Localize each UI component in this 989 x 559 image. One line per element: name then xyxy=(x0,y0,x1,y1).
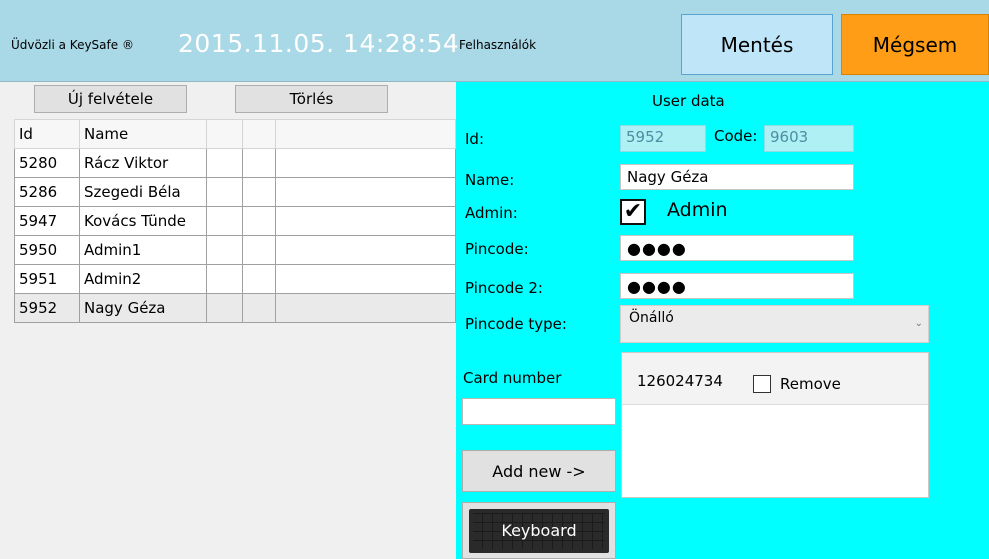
cell-extra xyxy=(206,293,243,323)
cell-name: Admin1 xyxy=(79,235,207,265)
admin-label: Admin: xyxy=(465,204,518,222)
users-grid: Id Name 5280 Rácz Viktor 5286 Szegedi Bé… xyxy=(14,119,456,323)
cell-filler xyxy=(275,264,456,294)
cell-name: Admin2 xyxy=(79,264,207,294)
cell-extra xyxy=(242,264,276,294)
cell-extra xyxy=(206,206,243,236)
admin-checkbox[interactable]: ✔ xyxy=(620,199,646,225)
cell-filler xyxy=(275,235,456,265)
cell-extra xyxy=(206,264,243,294)
name-label: Name: xyxy=(465,171,515,189)
users-section-label: Felhasználók xyxy=(459,38,537,52)
user-data-panel: User data Id: 5952 Code: 9603 Name: Nagy… xyxy=(456,82,989,559)
cell-extra xyxy=(242,148,276,178)
name-input[interactable]: Nagy Géza xyxy=(620,164,854,190)
welcome-text: Üdvözli a KeySafe ® xyxy=(11,38,134,52)
cell-id: 5952 xyxy=(14,293,80,323)
cell-extra xyxy=(242,206,276,236)
new-record-button[interactable]: Új felvétele xyxy=(34,85,187,113)
cell-id: 5280 xyxy=(14,148,80,178)
cell-id: 5951 xyxy=(14,264,80,294)
code-field: 9603 xyxy=(764,125,854,152)
cell-extra xyxy=(242,293,276,323)
remove-checkbox[interactable] xyxy=(753,375,771,393)
users-list-panel: Új felvétele Törlés Id Name 5280 Rácz Vi… xyxy=(0,82,456,559)
card-number-label: Card number xyxy=(463,369,562,387)
card-number-input[interactable] xyxy=(462,398,616,425)
cell-filler xyxy=(275,148,456,178)
remove-label[interactable]: Remove xyxy=(780,375,841,393)
pincode2-input[interactable]: ●●●● xyxy=(620,273,854,299)
pincode-input[interactable]: ●●●● xyxy=(620,235,854,261)
pincode2-label: Pincode 2: xyxy=(465,279,543,297)
table-row-selected[interactable]: 5952 Nagy Géza xyxy=(14,293,456,323)
table-row[interactable]: 5947 Kovács Tünde xyxy=(14,206,456,236)
cell-name: Kovács Tünde xyxy=(79,206,207,236)
column-header-filler xyxy=(275,119,456,149)
column-header-extra1[interactable] xyxy=(206,119,243,149)
id-field: 5952 xyxy=(620,125,706,152)
pincode-type-select[interactable]: Önálló ⌄ xyxy=(620,305,929,343)
user-data-title: User data xyxy=(652,92,725,110)
table-row[interactable]: 5951 Admin2 xyxy=(14,264,456,294)
cell-extra xyxy=(206,148,243,178)
cell-extra xyxy=(242,177,276,207)
add-new-card-button[interactable]: Add new -> xyxy=(462,450,616,492)
card-list: 126024734 Remove xyxy=(621,352,929,498)
cancel-button[interactable]: Mégsem xyxy=(841,14,989,75)
cell-extra xyxy=(206,177,243,207)
grid-header-row: Id Name xyxy=(14,119,456,149)
column-header-extra2[interactable] xyxy=(242,119,276,149)
pincode-label: Pincode: xyxy=(465,240,529,258)
cell-filler xyxy=(275,293,456,323)
keyboard-button[interactable]: Keyboard xyxy=(462,502,616,559)
table-row[interactable]: 5286 Szegedi Béla xyxy=(14,177,456,207)
keyboard-label: Keyboard xyxy=(501,521,577,540)
admin-checkbox-label[interactable]: Admin xyxy=(667,199,728,221)
keyboard-icon: Keyboard xyxy=(469,508,609,553)
save-button[interactable]: Mentés xyxy=(681,14,833,75)
datetime-display: 2015.11.05. 14:28:54 xyxy=(178,29,460,58)
cell-extra xyxy=(242,235,276,265)
cell-id: 5950 xyxy=(14,235,80,265)
cell-id: 5947 xyxy=(14,206,80,236)
delete-button[interactable]: Törlés xyxy=(235,85,388,113)
id-label: Id: xyxy=(465,130,484,148)
chevron-down-icon: ⌄ xyxy=(914,318,923,329)
cell-filler xyxy=(275,177,456,207)
checkmark-icon: ✔ xyxy=(623,199,643,224)
app-header: Üdvözli a KeySafe ® 2015.11.05. 14:28:54… xyxy=(0,0,989,82)
cell-name: Szegedi Béla xyxy=(79,177,207,207)
column-header-name[interactable]: Name xyxy=(79,119,207,149)
column-header-id[interactable]: Id xyxy=(14,119,80,149)
cell-filler xyxy=(275,206,456,236)
card-number-value: 126024734 xyxy=(637,372,723,390)
list-item[interactable]: 126024734 Remove xyxy=(622,353,928,405)
code-label: Code: xyxy=(714,127,758,145)
pincode-type-label: Pincode type: xyxy=(465,315,567,333)
cell-name: Nagy Géza xyxy=(79,293,207,323)
table-row[interactable]: 5950 Admin1 xyxy=(14,235,456,265)
cell-name: Rácz Viktor xyxy=(79,148,207,178)
table-row[interactable]: 5280 Rácz Viktor xyxy=(14,148,456,178)
cell-id: 5286 xyxy=(14,177,80,207)
pincode-type-value: Önálló xyxy=(629,310,674,326)
cell-extra xyxy=(206,235,243,265)
